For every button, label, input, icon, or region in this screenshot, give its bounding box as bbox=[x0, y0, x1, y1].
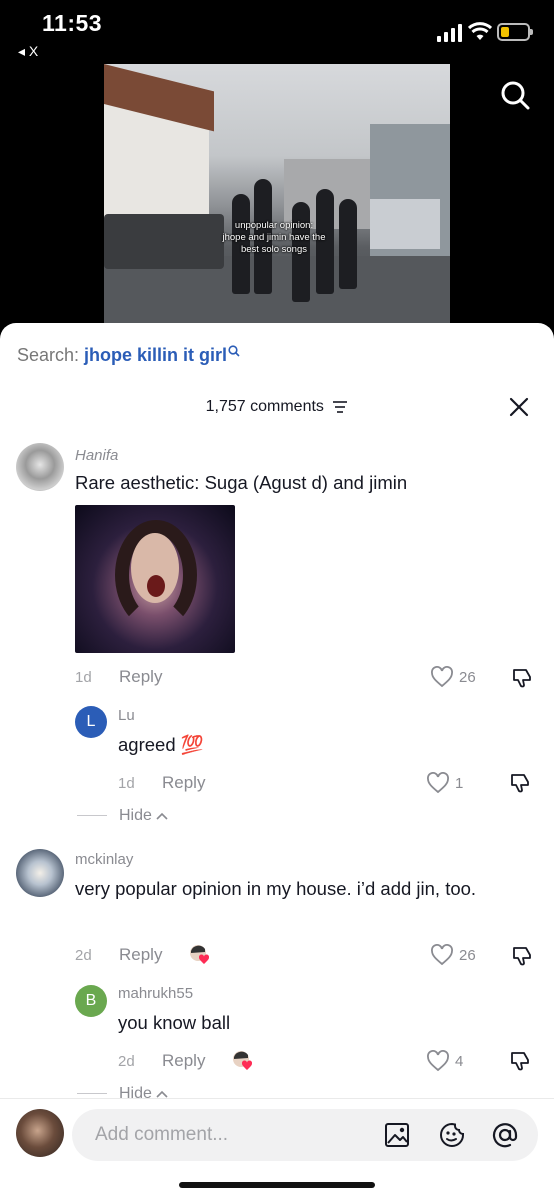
wifi-icon bbox=[468, 22, 492, 40]
heart-icon[interactable] bbox=[426, 1050, 450, 1072]
video-caption-line: best solo songs bbox=[240, 244, 307, 255]
comment-input-placeholder: Add comment... bbox=[95, 1124, 229, 1145]
dislike-icon[interactable] bbox=[508, 1049, 532, 1073]
heart-icon[interactable] bbox=[430, 944, 454, 966]
dislike-icon[interactable] bbox=[510, 666, 534, 690]
video-player[interactable]: unpopular opinion: jhope and jimin have … bbox=[104, 64, 450, 326]
comment-age: 2d bbox=[75, 947, 92, 964]
like-count: 26 bbox=[459, 669, 476, 686]
hide-label: Hide bbox=[119, 807, 152, 824]
creator-liked-icon bbox=[233, 1051, 253, 1070]
video-dancer bbox=[339, 199, 357, 289]
reply-button[interactable]: Reply bbox=[119, 667, 162, 687]
video-truck bbox=[104, 214, 224, 269]
sort-filter-icon[interactable] bbox=[332, 400, 348, 414]
reply-button[interactable]: Reply bbox=[162, 773, 205, 793]
avatar[interactable] bbox=[16, 443, 64, 491]
home-indicator bbox=[179, 1182, 375, 1188]
like-count: 1 bbox=[455, 775, 464, 792]
search-prefix: Search: bbox=[17, 345, 85, 365]
reply-age: 2d bbox=[118, 1053, 135, 1070]
reply-avatar[interactable]: L bbox=[75, 706, 107, 738]
image-icon[interactable] bbox=[383, 1121, 411, 1149]
comment-username[interactable]: Hanifa bbox=[75, 447, 118, 464]
like-count: 26 bbox=[459, 947, 476, 964]
reply-text: you know ball bbox=[118, 1012, 231, 1033]
comment-input[interactable]: Add comment... bbox=[72, 1109, 538, 1161]
comment-image-attachment[interactable] bbox=[75, 505, 235, 653]
reply-button[interactable]: Reply bbox=[162, 1051, 205, 1071]
comments-header: 1,757 comments bbox=[0, 398, 554, 416]
clock: 11:53 bbox=[42, 10, 103, 36]
search-icon[interactable] bbox=[500, 80, 530, 110]
reply-username[interactable]: Lu bbox=[118, 707, 135, 724]
mention-icon[interactable] bbox=[491, 1121, 519, 1149]
chevron-up-icon bbox=[156, 1090, 168, 1098]
close-icon[interactable] bbox=[509, 397, 529, 417]
signal-icon bbox=[437, 24, 462, 42]
video-caption-line: unpopular opinion: bbox=[234, 220, 314, 231]
dislike-icon[interactable] bbox=[510, 944, 534, 968]
creator-liked-icon bbox=[190, 945, 210, 964]
comment-username[interactable]: mckinlay bbox=[75, 851, 133, 868]
search-query-link[interactable]: jhope killin it girl bbox=[84, 345, 227, 365]
chevron-up-icon bbox=[156, 812, 168, 820]
comments-sheet: Search: jhope killin it girl 1,757 comme… bbox=[0, 323, 554, 1199]
video-caption-line: jhope and jimin have the bbox=[222, 232, 326, 243]
heart-icon[interactable] bbox=[430, 666, 454, 688]
reply-age: 1d bbox=[118, 775, 135, 792]
dislike-icon[interactable] bbox=[508, 771, 532, 795]
avatar[interactable] bbox=[16, 849, 64, 897]
search-suggestion[interactable]: Search: jhope killin it girl bbox=[17, 345, 240, 366]
like-count: 4 bbox=[455, 1053, 464, 1070]
reply-button[interactable]: Reply bbox=[119, 945, 162, 965]
reply-avatar[interactable]: B bbox=[75, 985, 107, 1017]
search-small-icon bbox=[228, 345, 240, 357]
comment-text: very popular opinion in my house. i’d ad… bbox=[75, 878, 477, 899]
back-to-app-link[interactable]: ◂ X bbox=[18, 43, 38, 60]
video-caption-overlay: unpopular opinion: jhope and jimin have … bbox=[214, 220, 334, 256]
comment-age: 1d bbox=[75, 669, 92, 686]
video-bus bbox=[370, 199, 440, 249]
heart-icon[interactable] bbox=[426, 772, 450, 794]
battery-icon bbox=[497, 23, 533, 41]
status-bar: 11:53 ◂ X bbox=[0, 0, 554, 64]
reply-username[interactable]: mahrukh55 bbox=[118, 985, 193, 1002]
hide-replies-button[interactable]: Hide bbox=[77, 807, 168, 825]
emoji-sticker-icon[interactable] bbox=[438, 1121, 466, 1149]
comment-text: Rare aesthetic: Suga (Agust d) and jimin bbox=[75, 472, 408, 493]
comment-count: 1,757 comments bbox=[205, 398, 324, 415]
reply-text: agreed 💯 bbox=[118, 734, 204, 755]
my-avatar[interactable] bbox=[16, 1109, 64, 1157]
comment-composer: Add comment... bbox=[0, 1098, 554, 1199]
